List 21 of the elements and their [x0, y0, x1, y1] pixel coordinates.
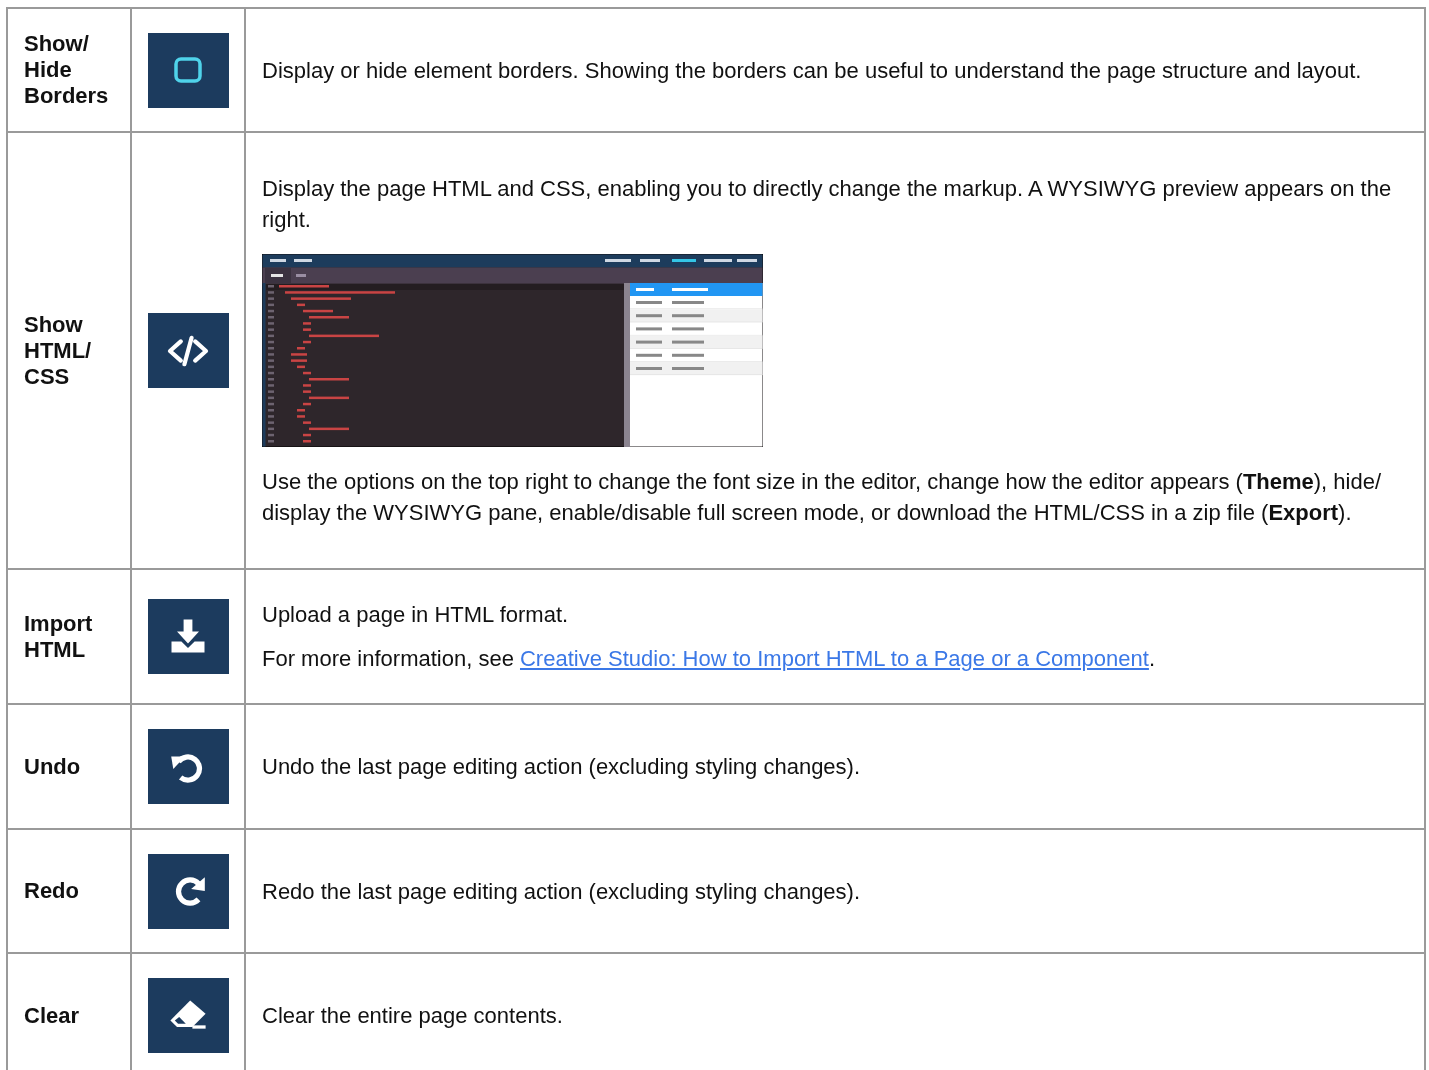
borders-icon[interactable]	[147, 32, 229, 108]
description-text: Upload a page in HTML format.	[262, 601, 570, 629]
description-text: Use the options on the top right to change the font size in the editor, change how the editor appears (Theme), hide/ display the WYSIWYG pane, enable/disable full screen mode, or download the HTML/CSS in a zip file (Export).	[262, 468, 1383, 527]
row-label: Import HTML	[24, 610, 94, 663]
row-label: Redo	[24, 878, 79, 904]
description-text: Display the page HTML and CSS, enabling you to directly change the markup. A WYSIWYG preview appears on the right.	[262, 175, 1393, 234]
description-text: For more information, see Creative Studio: How to Import HTML to a Page or a Component.	[262, 645, 1157, 673]
row-label: Show/ Hide Borders	[24, 31, 110, 109]
eraser-icon[interactable]	[147, 978, 229, 1053]
redo-icon[interactable]	[147, 853, 229, 929]
code-icon[interactable]	[147, 313, 229, 388]
description-text: Display or hide element borders. Showing the borders can be useful to understand the page structure and layout.	[262, 56, 1363, 85]
download-icon[interactable]	[147, 599, 229, 674]
link[interactable]: Creative Studio: How to Import HTML to a Page or a Component	[520, 646, 1149, 671]
description-text: Undo the last page editing action (excluding styling changes).	[262, 753, 862, 781]
row-label: Show HTML/ CSS	[24, 311, 93, 390]
description-text: Clear the entire page contents.	[262, 1002, 564, 1030]
undo-icon[interactable]	[147, 729, 229, 804]
description-text: Redo the last page editing action (excluding styling changes).	[262, 877, 862, 906]
row-label: Undo	[24, 753, 81, 780]
row-label: Clear	[24, 1002, 80, 1029]
